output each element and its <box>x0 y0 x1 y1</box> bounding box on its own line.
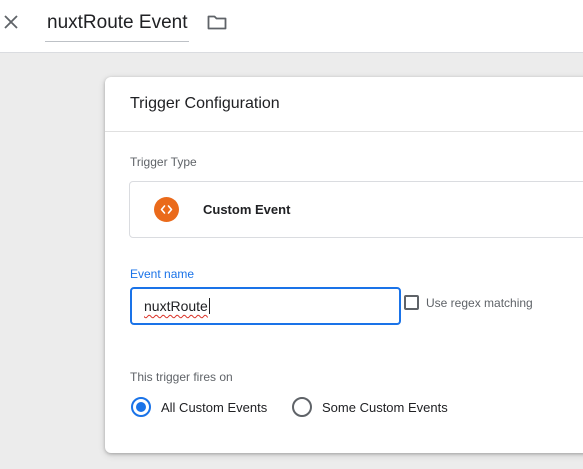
card-header: Trigger Configuration <box>105 77 583 132</box>
regex-checkbox-option[interactable]: Use regex matching <box>404 295 533 310</box>
text-caret <box>208 298 210 314</box>
regex-label: Use regex matching <box>426 295 533 310</box>
code-brackets-icon <box>154 197 179 222</box>
some-custom-events-radio[interactable] <box>292 397 312 417</box>
trigger-type-label: Trigger Type <box>130 155 197 169</box>
tag-name-field[interactable]: nuxtRoute Event <box>45 10 190 42</box>
close-button[interactable] <box>0 10 22 34</box>
all-custom-events-option[interactable]: All Custom Events <box>131 397 267 417</box>
some-custom-events-label: Some Custom Events <box>322 399 448 415</box>
tag-name-text: nuxtRoute Event <box>47 12 188 33</box>
event-name-input[interactable]: nuxtRoute <box>130 287 401 325</box>
all-custom-events-radio[interactable] <box>131 397 151 417</box>
editor-header: nuxtRoute Event <box>0 0 583 53</box>
event-name-value: nuxtRoute <box>144 298 208 314</box>
some-custom-events-option[interactable]: Some Custom Events <box>292 397 448 417</box>
close-icon <box>4 15 18 29</box>
trigger-type-name: Custom Event <box>203 202 291 217</box>
event-name-label: Event name <box>130 267 195 281</box>
fires-on-label: This trigger fires on <box>130 370 233 384</box>
all-custom-events-label: All Custom Events <box>161 399 268 415</box>
trigger-type-selector[interactable]: Custom Event <box>129 181 583 238</box>
card-title: Trigger Configuration <box>130 95 280 112</box>
regex-checkbox[interactable] <box>404 295 419 310</box>
folder-button[interactable] <box>205 11 229 33</box>
folder-icon <box>207 15 227 30</box>
trigger-configuration-card: Trigger Configuration Trigger Type Custo… <box>105 77 583 453</box>
